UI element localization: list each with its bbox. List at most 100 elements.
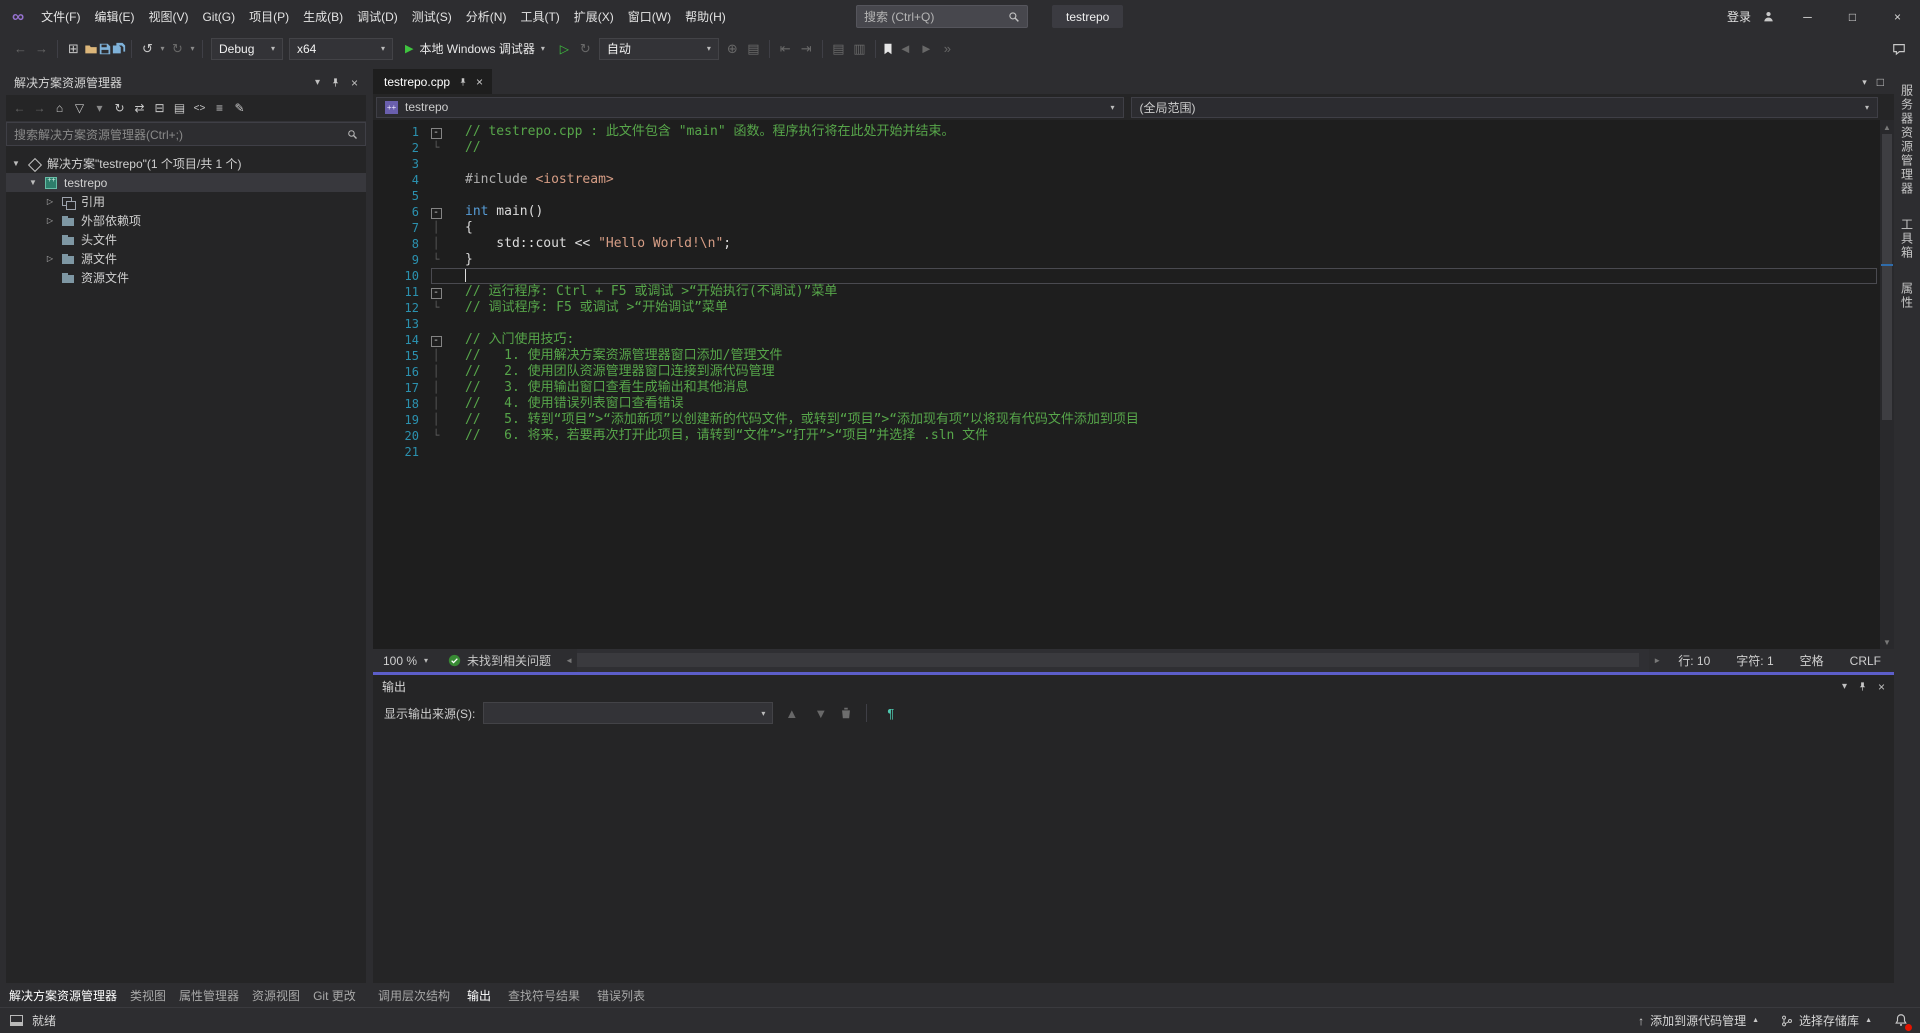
menu-item[interactable]: 扩展(X): [567, 0, 621, 33]
redo-dropdown-icon[interactable]: ▾: [188, 38, 197, 60]
show-all-files-icon[interactable]: ▤: [170, 97, 189, 119]
code-line[interactable]: 8│ std::cout << "Hello World!\n";: [373, 236, 1880, 252]
menu-item[interactable]: 项目(P): [242, 0, 296, 33]
right-autohide-tab[interactable]: 属性: [1899, 282, 1916, 310]
vertical-scrollbar[interactable]: ▲ ▼: [1880, 120, 1894, 649]
member-scope-combobox[interactable]: (全局范围) ▾: [1131, 97, 1879, 118]
tool-window-tab[interactable]: 属性管理器: [179, 987, 239, 1004]
undo-dropdown-icon[interactable]: ▾: [158, 38, 167, 60]
tree-item[interactable]: 资源文件: [6, 268, 366, 287]
menu-item[interactable]: 视图(V): [141, 0, 195, 33]
user-avatar-icon[interactable]: [1762, 10, 1775, 23]
se-back-icon[interactable]: ←: [10, 97, 29, 119]
scroll-right-icon[interactable]: ►: [1649, 656, 1665, 665]
redo-icon[interactable]: ↻: [167, 38, 188, 60]
close-tab-icon[interactable]: ×: [476, 75, 483, 89]
sync-with-active-document-icon[interactable]: ⇄: [130, 97, 149, 119]
code-line[interactable]: 9└}: [373, 252, 1880, 268]
fold-collapse-icon[interactable]: -: [431, 288, 442, 299]
attach-to-process-icon[interactable]: ⊕: [722, 38, 743, 60]
code-line[interactable]: 1-// testrepo.cpp : 此文件包含 "main" 函数。程序执行…: [373, 124, 1880, 140]
code-line[interactable]: 14-// 入门使用技巧:: [373, 332, 1880, 348]
horizontal-scrollbar[interactable]: ◄ ►: [561, 649, 1665, 672]
next-message-icon[interactable]: ▼: [810, 702, 831, 724]
menu-item[interactable]: 分析(N): [459, 0, 514, 33]
break-all-icon[interactable]: ▤: [743, 38, 764, 60]
solution-platform-combobox[interactable]: x64 ▾: [289, 38, 393, 60]
code-line[interactable]: 18│// 4. 使用错误列表窗口查看错误: [373, 396, 1880, 412]
tool-window-tab[interactable]: 调用层次结构: [378, 987, 450, 1004]
next-bookmark-icon[interactable]: ►: [916, 38, 937, 60]
tree-item[interactable]: 头文件: [6, 230, 366, 249]
navigate-back-icon[interactable]: ←: [10, 38, 31, 60]
fold-collapse-icon[interactable]: -: [431, 336, 442, 347]
float-group-icon[interactable]: □: [1877, 75, 1884, 89]
maximize-button[interactable]: □: [1830, 0, 1875, 33]
right-autohide-tab[interactable]: 工具箱: [1899, 218, 1916, 260]
menu-item[interactable]: 测试(S): [405, 0, 459, 33]
close-button[interactable]: ×: [1875, 0, 1920, 33]
tree-item[interactable]: ▼解决方案"testrepo"(1 个项目/共 1 个): [6, 154, 366, 173]
pin-tab-icon[interactable]: [458, 77, 468, 87]
comment-icon[interactable]: ▤: [828, 38, 849, 60]
se-forward-icon[interactable]: →: [30, 97, 49, 119]
save-icon[interactable]: [98, 42, 112, 56]
start-without-debugging-icon[interactable]: ▷: [554, 38, 575, 60]
select-repository-button[interactable]: 选择存储库 ▲: [1781, 1012, 1872, 1029]
feedback-icon[interactable]: [1892, 42, 1906, 56]
code-line[interactable]: 3: [373, 156, 1880, 172]
scroll-up-icon[interactable]: ▲: [1883, 120, 1891, 134]
fold-collapse-icon[interactable]: -: [431, 208, 442, 219]
start-debugging-button[interactable]: ▶ 本地 Windows 调试器 ▾: [396, 38, 554, 60]
tool-window-tab[interactable]: Git 更改: [313, 987, 356, 1004]
tool-window-tab[interactable]: 类视图: [130, 987, 166, 1004]
menu-item[interactable]: 调试(D): [350, 0, 405, 33]
undo-icon[interactable]: ↺: [137, 38, 158, 60]
save-all-icon[interactable]: [112, 42, 126, 56]
solution-search-box[interactable]: 搜索解决方案资源管理器(Ctrl+;): [6, 122, 366, 146]
panel-layout-icon[interactable]: [10, 1015, 23, 1026]
code-line[interactable]: 19│// 5. 转到“项目”>“添加新项”以创建新的代码文件，或转到“项目”>…: [373, 412, 1880, 428]
filter-icon[interactable]: ▽: [70, 97, 89, 119]
menu-item[interactable]: 编辑(E): [87, 0, 141, 33]
code-line[interactable]: 11-// 运行程序: Ctrl + F5 或调试 >“开始执行(不调试)”菜单: [373, 284, 1880, 300]
code-line[interactable]: 21: [373, 444, 1880, 460]
document-health-indicator[interactable]: 未找到相关问题: [438, 652, 561, 669]
pin-icon[interactable]: [1857, 681, 1868, 692]
properties-icon[interactable]: ≡: [210, 97, 229, 119]
tool-window-tab[interactable]: 资源视图: [252, 987, 300, 1004]
home-icon[interactable]: ⌂: [50, 97, 69, 119]
menu-item[interactable]: 文件(F): [34, 0, 87, 33]
code-line[interactable]: 2└//: [373, 140, 1880, 156]
tab-list-chevron-icon[interactable]: ▾: [1862, 77, 1867, 88]
status-spaces[interactable]: 空格: [1787, 652, 1837, 669]
project-scope-combobox[interactable]: ++ testrepo ▾: [376, 97, 1124, 118]
tree-expander-icon[interactable]: ▷: [44, 216, 56, 225]
outdent-icon[interactable]: ⇤: [775, 38, 796, 60]
solution-configuration-combobox[interactable]: Debug ▾: [211, 38, 283, 60]
right-autohide-tab[interactable]: 服务器资源管理器: [1899, 84, 1916, 196]
code-line[interactable]: 13: [373, 316, 1880, 332]
output-source-combobox[interactable]: ▾: [483, 702, 773, 724]
tree-expander-icon[interactable]: ▷: [44, 254, 56, 263]
pin-icon[interactable]: [330, 77, 341, 88]
menu-item[interactable]: 工具(T): [513, 0, 566, 33]
clear-all-icon[interactable]: [839, 706, 853, 720]
code-line[interactable]: 7│{: [373, 220, 1880, 236]
code-line[interactable]: 6-int main(): [373, 204, 1880, 220]
fold-collapse-icon[interactable]: -: [431, 128, 442, 139]
word-wrap-icon[interactable]: ¶: [880, 702, 901, 724]
add-to-source-control-button[interactable]: ↑ 添加到源代码管理 ▲: [1638, 1012, 1759, 1029]
menu-item[interactable]: 窗口(W): [621, 0, 678, 33]
menu-item[interactable]: 生成(B): [296, 0, 350, 33]
tree-expander-icon[interactable]: ▼: [27, 178, 39, 187]
indent-icon[interactable]: ⇥: [796, 38, 817, 60]
toggle-bookmark-icon[interactable]: [881, 42, 895, 56]
hscrollbar-track[interactable]: [577, 649, 1649, 672]
menu-item[interactable]: 帮助(H): [678, 0, 733, 33]
view-code-icon[interactable]: <>: [190, 97, 209, 119]
hscrollbar-thumb[interactable]: [577, 653, 1638, 667]
output-text-area[interactable]: [373, 728, 1894, 983]
minimize-button[interactable]: ─: [1785, 0, 1830, 33]
refresh-icon[interactable]: ↻: [110, 97, 129, 119]
